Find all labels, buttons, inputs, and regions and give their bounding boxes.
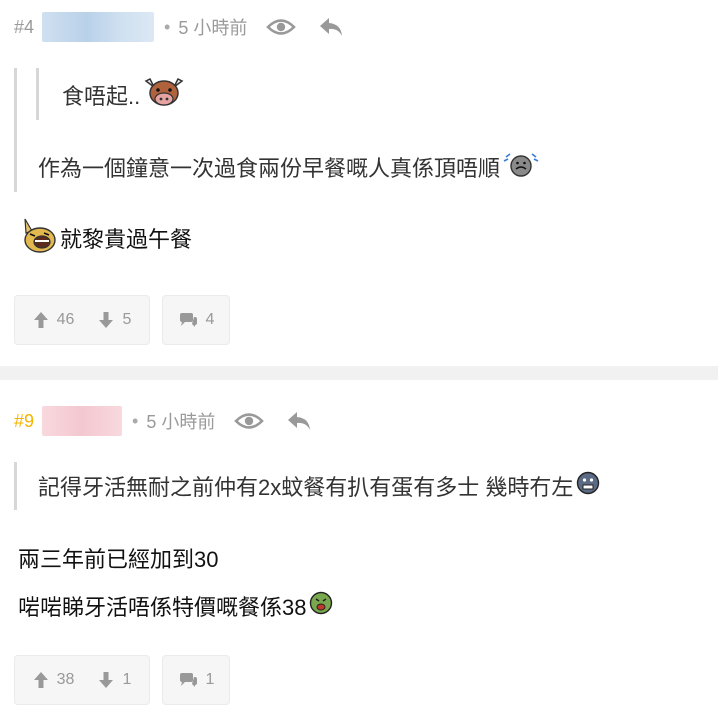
downvote-button[interactable]: 5: [98, 311, 131, 329]
post-actions: 46 5 4: [14, 295, 242, 345]
quote-text: 記得牙活無耐之前仲有2x蚊餐有扒有蛋有多士 幾時冇左: [38, 475, 574, 500]
post-time: 5 小時前: [178, 18, 248, 38]
post-meta: #9 • 5 小時前: [14, 406, 315, 436]
body-line-row: 就黎貴過午餐: [20, 214, 192, 262]
post-number[interactable]: #4: [14, 17, 34, 38]
body-line-row: 兩三年前已經加到30: [18, 538, 218, 578]
reply-arrow-icon[interactable]: [283, 406, 315, 436]
downvote-count: 5: [122, 311, 132, 328]
quote-block: [14, 462, 17, 510]
post-9: #9 • 5 小時前 記得牙活無耐之前仲有2x蚊餐有扒有蛋有多士 幾時冇左 兩三…: [0, 380, 718, 718]
upvote-count: 46: [56, 311, 75, 328]
body-text-line-2: 啱啱睇牙活唔係特價嘅餐係38: [18, 595, 307, 620]
thumb-down-arrow-icon: [99, 312, 114, 328]
separator-dot: •: [164, 16, 171, 37]
vote-buttons: 38 1: [14, 655, 150, 705]
quote-block: [14, 68, 17, 192]
body-text: 就黎貴過午餐: [60, 227, 193, 252]
body-text-line-1: 兩三年前已經加到30: [18, 547, 219, 572]
post-time: 5 小時前: [146, 412, 216, 432]
separator-dot: •: [132, 410, 139, 431]
comment-bubble-icon: [179, 673, 197, 687]
eye-icon[interactable]: [233, 406, 265, 436]
downvote-button[interactable]: 1: [98, 671, 131, 689]
thumb-up-arrow-icon: [33, 672, 48, 688]
upvote-count: 38: [56, 671, 75, 688]
reply-count-button[interactable]: 1: [162, 655, 230, 705]
sick-face-emoji-icon: [308, 590, 334, 622]
body-line-row: 啱啱睇牙活唔係特價嘅餐係38: [18, 586, 334, 626]
post-divider: [0, 366, 718, 380]
quote-text-row: 記得牙活無耐之前仲有2x蚊餐有扒有蛋有多士 幾時冇左: [38, 464, 601, 508]
nested-quote-block: [36, 68, 39, 120]
reply-arrow-icon[interactable]: [315, 12, 347, 42]
thumb-down-arrow-icon: [99, 672, 114, 688]
reply-count: 1: [205, 671, 215, 688]
username-blurred[interactable]: [42, 12, 155, 42]
eye-icon[interactable]: [265, 12, 297, 42]
upvote-button[interactable]: 46: [33, 311, 75, 329]
post-actions: 38 1 1: [14, 655, 242, 705]
post-4: #4 • 5 小時前 食唔起.. 作為一個鐘意一次過食兩份早餐嘅人真係頂唔順 就…: [0, 0, 718, 366]
username-blurred[interactable]: [42, 406, 123, 436]
nested-quote-text: 食唔起..: [62, 84, 141, 109]
vote-buttons: 46 5: [14, 295, 150, 345]
cow-face-emoji-icon: [142, 75, 186, 115]
sad-face-emoji-icon: [502, 151, 540, 183]
grimace-face-emoji-icon: [575, 470, 601, 502]
thumb-up-arrow-icon: [33, 312, 48, 328]
laughing-face-emoji-icon: [20, 215, 58, 261]
reply-count-button[interactable]: 4: [162, 295, 230, 345]
quote-text: 作為一個鐘意一次過食兩份早餐嘅人真係頂唔順: [38, 156, 501, 181]
post-meta: #4 • 5 小時前: [14, 12, 347, 42]
downvote-count: 1: [122, 671, 132, 688]
nested-quote-text-row: 食唔起..: [62, 70, 186, 120]
comment-bubble-icon: [179, 313, 197, 327]
reply-count: 4: [205, 311, 215, 328]
quote-text-row: 作為一個鐘意一次過食兩份早餐嘅人真係頂唔順: [38, 144, 540, 190]
upvote-button[interactable]: 38: [33, 671, 75, 689]
post-number[interactable]: #9: [14, 411, 34, 432]
